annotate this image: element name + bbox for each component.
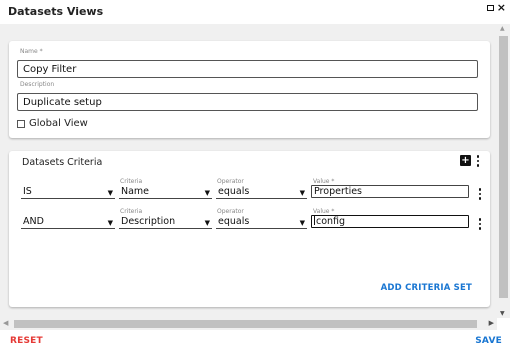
name-label: Name * <box>20 48 43 55</box>
maximize-icon[interactable] <box>486 5 494 11</box>
description-input[interactable]: Duplicate setup <box>17 93 478 111</box>
criteria-heading: Datasets Criteria <box>22 157 103 168</box>
criteria-label: Criteria <box>120 208 143 215</box>
value-text: config <box>316 216 346 227</box>
value-label: Value * <box>313 178 335 185</box>
chevron-down-icon: ▼ <box>107 219 113 227</box>
scroll-up-icon[interactable]: ▲ <box>500 25 505 32</box>
chevron-down-icon: ▼ <box>107 189 113 197</box>
description-label: Description <box>20 81 55 88</box>
chevron-down-icon: ▼ <box>204 189 210 197</box>
row-menu-icon[interactable] <box>478 188 482 200</box>
dialog-title: Datasets Views <box>8 5 104 18</box>
datasets-criteria-card: Datasets Criteria + Criteria Operator Va… <box>9 151 490 307</box>
name-input[interactable]: Copy Filter <box>17 60 478 78</box>
logic-select-value: IS <box>23 186 32 197</box>
criteria-actions: + <box>460 155 480 167</box>
criteria-select-value: Name <box>121 186 150 197</box>
criteria-select[interactable]: Name ▼ <box>119 186 212 199</box>
chevron-down-icon: ▼ <box>299 219 305 227</box>
view-info-card: Name * Copy Filter Description Duplicate… <box>9 41 490 138</box>
chevron-down-icon: ▼ <box>299 189 305 197</box>
operator-select[interactable]: equals ▼ <box>216 216 307 229</box>
criteria-label: Criteria <box>120 178 143 185</box>
scroll-left-icon[interactable]: ◀ <box>3 319 8 327</box>
row-menu-icon[interactable] <box>478 218 482 230</box>
criteria-select[interactable]: Description ▼ <box>119 216 212 229</box>
global-view-label: Global View <box>29 118 88 129</box>
plus-square-icon[interactable]: + <box>460 155 471 167</box>
global-view-checkbox[interactable] <box>17 119 25 128</box>
operator-select-value: equals <box>218 186 250 197</box>
scroll-down-icon[interactable]: ▼ <box>500 310 505 317</box>
horizontal-scrollbar[interactable]: ◀ ▶ <box>0 318 497 330</box>
vertical-scroll-thumb[interactable] <box>499 36 508 298</box>
operator-label: Operator <box>217 208 244 215</box>
value-text: Properties <box>314 186 363 197</box>
add-criteria-set-button[interactable]: ADD CRITERIA SET <box>381 283 472 293</box>
value-input[interactable]: Properties <box>311 185 469 198</box>
vertical-scrollbar[interactable]: ▲ ▼ <box>497 24 510 318</box>
kebab-menu-icon[interactable] <box>476 155 480 167</box>
value-label: Value * <box>313 208 335 215</box>
global-view-option[interactable]: Global View <box>17 118 88 129</box>
chevron-down-icon: ▼ <box>204 219 210 227</box>
dialog-body: Name * Copy Filter Description Duplicate… <box>0 24 497 318</box>
operator-label: Operator <box>217 178 244 185</box>
logic-select-value: AND <box>23 216 44 227</box>
operator-select[interactable]: equals ▼ <box>216 186 307 199</box>
close-icon[interactable]: × <box>497 2 506 13</box>
text-caret <box>314 216 315 225</box>
operator-select-value: equals <box>218 216 250 227</box>
horizontal-scroll-thumb[interactable] <box>14 320 477 328</box>
scroll-right-icon[interactable]: ▶ <box>489 319 494 327</box>
window-controls: × <box>486 2 506 13</box>
reset-button[interactable]: RESET <box>10 336 43 346</box>
criteria-select-value: Description <box>121 216 176 227</box>
logic-select[interactable]: AND ▼ <box>21 216 115 229</box>
value-input[interactable]: config <box>311 215 469 228</box>
logic-select[interactable]: IS ▼ <box>21 186 115 199</box>
save-button[interactable]: SAVE <box>475 336 502 346</box>
